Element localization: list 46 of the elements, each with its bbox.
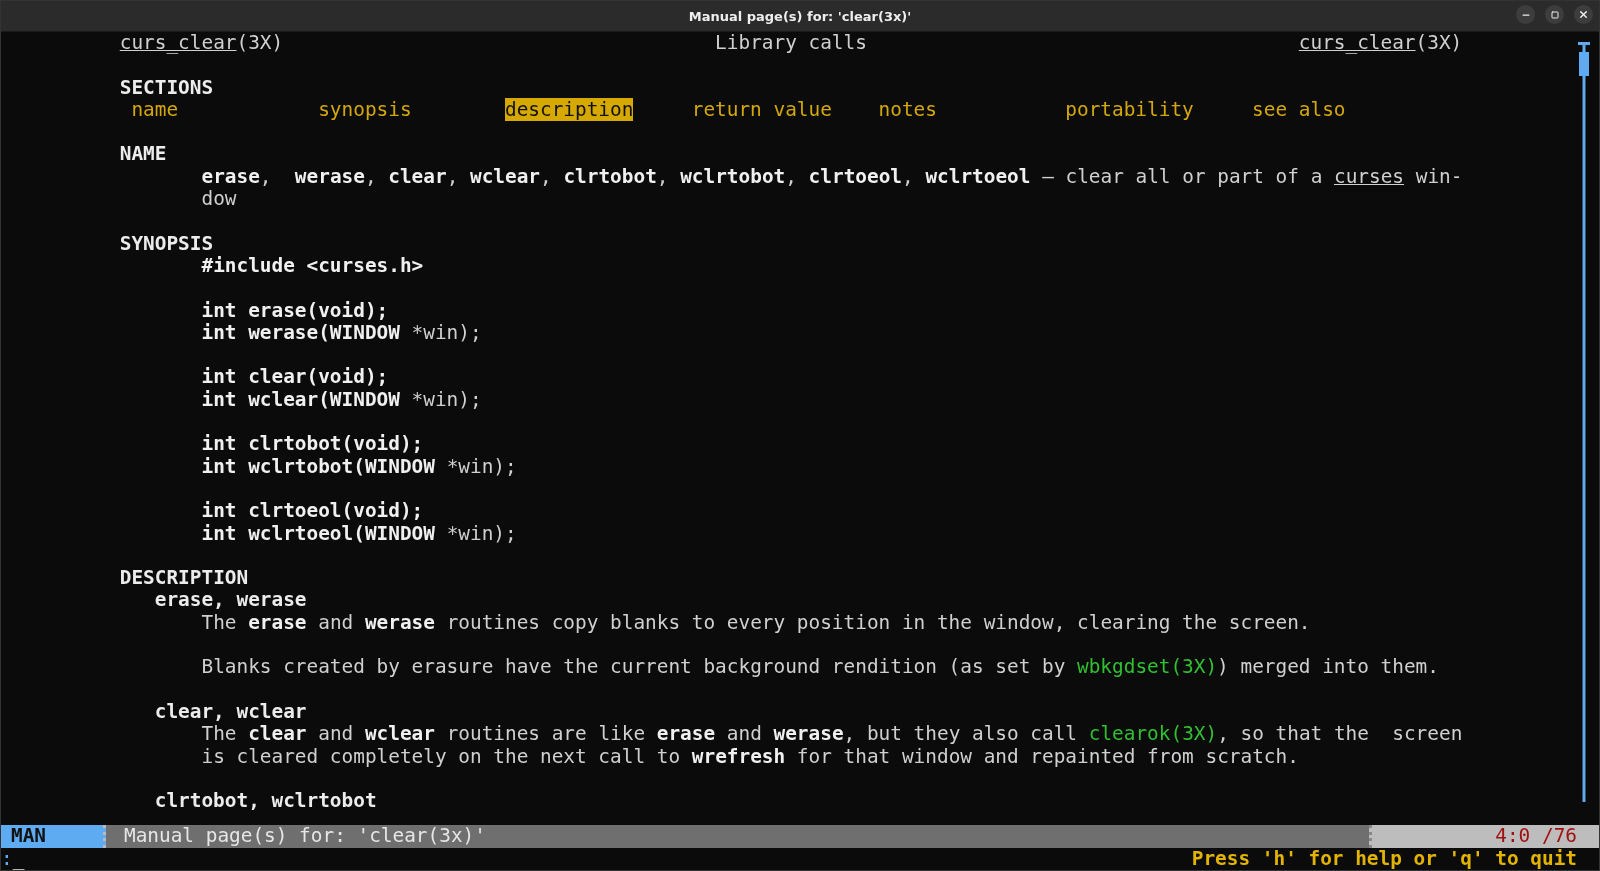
section-heading: SYNOPSIS xyxy=(119,232,214,255)
section-heading: SECTIONS xyxy=(119,76,214,99)
body-text: #include <curses.h> xyxy=(201,254,424,278)
maximize-icon xyxy=(1550,10,1559,19)
body-text: int erase(void); xyxy=(201,299,389,322)
maximize-button[interactable] xyxy=(1545,5,1564,24)
manual-section-title: Library calls xyxy=(715,32,867,55)
page-reference: curs_clear(3X) xyxy=(119,32,284,55)
section-link[interactable]: portability xyxy=(1065,98,1253,122)
body-text: int clrtobot(void); xyxy=(201,433,424,456)
position-indicator: 4:0 /76 xyxy=(1369,825,1599,848)
body-text: erase, werase, clear, wclear, clrtobot, wclrtobot, clrtoeol, wclrtoeol – clear all or part of a curses win- xyxy=(201,165,1463,189)
body-text: int clear(void); xyxy=(201,366,389,389)
body-text: dow xyxy=(201,188,237,211)
command-prompt: : xyxy=(1,847,13,870)
body-text: int wclrtobot(WINDOW *win); xyxy=(201,455,517,478)
section-link[interactable]: see also xyxy=(1252,98,1439,122)
subsection-heading: erase, werase xyxy=(154,589,307,612)
help-hint: Press 'h' for help or 'q' to quit xyxy=(1191,847,1577,870)
subsection-heading: clear, wclear xyxy=(154,700,307,724)
section-link[interactable]: synopsis xyxy=(318,98,505,122)
minimize-button[interactable] xyxy=(1516,5,1535,24)
status-message: Manual page(s) for: 'clear(3x)' xyxy=(106,825,1369,848)
section-link[interactable]: notes xyxy=(878,98,1066,122)
body-text: int wclear(WINDOW *win); xyxy=(201,388,482,412)
section-heading: DESCRIPTION xyxy=(119,567,249,590)
body-text: int wclrtoeol(WINDOW *win); xyxy=(201,522,517,545)
body-text: The clear and wclear routines are like erase and werase, but they also call clearok(3X), so that the screen xyxy=(201,723,1463,746)
close-icon xyxy=(1578,9,1589,20)
man-page-link[interactable]: clearok(3X) xyxy=(1088,722,1218,746)
close-button[interactable] xyxy=(1574,5,1593,24)
body-text: The erase and werase routines copy blanks to every position in the window, clearing the screen. xyxy=(201,611,1311,634)
body-text: Blanks created by erasure have the current background rendition (as set by wbkgdset(3X)) merged into them. xyxy=(201,656,1439,679)
window-title: Manual page(s) for: 'clear(3x)' xyxy=(688,8,912,24)
mode-indicator: MAN xyxy=(1,825,106,848)
scrollbar-drawing[interactable] xyxy=(1578,42,1590,802)
section-heading: NAME xyxy=(119,143,167,166)
man-page-link[interactable]: wbkgdset(3X) xyxy=(1077,655,1218,679)
body-text: int clrtoeol(void); xyxy=(201,500,424,523)
page-reference: curs_clear(3X) xyxy=(1298,32,1463,55)
section-link[interactable]: name xyxy=(131,98,319,122)
text-cursor: _ xyxy=(12,847,25,870)
section-link[interactable]: return value xyxy=(691,98,879,122)
subsection-heading: clrtobot, wclrtobot xyxy=(154,790,377,813)
body-text: is cleared completely on the next call to wrefresh for that window and repainted from scratch. xyxy=(201,745,1299,768)
body-text: int werase(WINDOW *win); xyxy=(201,321,482,345)
